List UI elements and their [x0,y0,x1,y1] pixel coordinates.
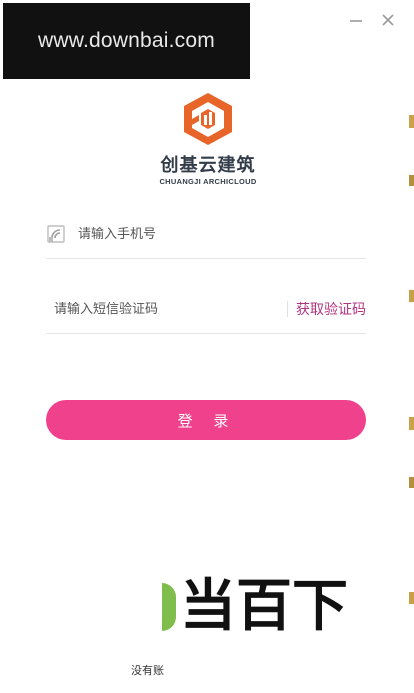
close-button[interactable] [380,12,396,28]
phone-field-row [46,210,366,259]
login-button[interactable]: 登 录 [46,400,366,440]
sms-code-input[interactable] [46,301,287,317]
minimize-icon [350,20,362,22]
app-logo: 创基云建筑 CHUANGJI ARCHICLOUD [152,91,264,187]
window-controls [348,12,396,28]
watermark-text: www.downbai.com [38,29,215,52]
logo-name: 创基云建筑 [160,155,256,176]
logo-mark-icon [184,93,232,145]
logo-subtitle: CHUANGJI ARCHICLOUD [159,177,257,186]
phone-icon [47,225,65,243]
minimize-button[interactable] [348,12,364,28]
code-field-row: 获取验证码 [46,285,366,334]
login-window: www.downbai.com 创基云建筑 CHUANGJI ARCHICLOU… [0,0,414,693]
register-link[interactable]: 没有账 [131,662,164,678]
brand-watermark-text: 当百下 [180,574,348,639]
phone-input[interactable] [78,226,366,242]
get-code-button[interactable]: 获取验证码 [296,299,366,319]
brand-watermark-mark [162,583,176,631]
field-divider [287,301,288,317]
brand-watermark: 当百下 [162,574,414,639]
site-watermark: www.downbai.com [3,3,250,79]
close-icon [382,14,394,26]
